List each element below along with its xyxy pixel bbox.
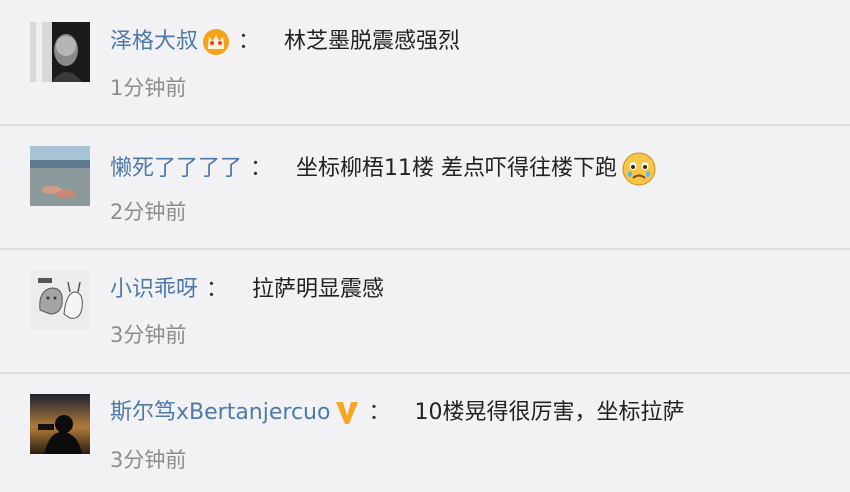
username-link[interactable]: 斯尔笃xBertanjercuo: [110, 398, 330, 428]
comment-text: 拉萨明显震感: [252, 277, 385, 302]
comment-text: 林芝墨脱震感强烈: [284, 29, 461, 54]
comment-item: 小识乖呀 ： 拉萨明显震感 3分钟前: [0, 250, 850, 374]
comment-line: 斯尔笃xBertanjercuo ： 10楼晃得很厉害，坐标拉萨: [110, 398, 684, 428]
comment-line: 小识乖呀 ： 拉萨明显震感: [110, 275, 384, 305]
verified-v-icon: [334, 399, 360, 427]
comment-line: 懒死了了了了 ： 坐标柳梧11楼 差点吓得往楼下跑: [110, 151, 657, 187]
username-link[interactable]: 泽格大叔: [110, 27, 198, 57]
crown-icon: [202, 28, 230, 56]
separator: ：: [206, 277, 229, 302]
comment-time: 3分钟前: [110, 323, 187, 347]
avatar[interactable]: [30, 22, 90, 82]
separator: ：: [368, 400, 391, 425]
separator: ：: [250, 156, 273, 181]
comment-text: 坐标柳梧11楼 差点吓得往楼下跑: [296, 156, 618, 181]
comment-list: 泽格大叔 ： 林芝墨脱震感强烈 1分钟前 懒死了了了了 ： 坐标柳梧11楼 差点…: [0, 0, 850, 492]
comment-item: 懒死了了了了 ： 坐标柳梧11楼 差点吓得往楼下跑 2分钟前: [0, 126, 850, 250]
comment-item: 斯尔笃xBertanjercuo ： 10楼晃得很厉害，坐标拉萨 3分钟前: [0, 374, 850, 492]
avatar[interactable]: [30, 394, 90, 454]
comment-item: 泽格大叔 ： 林芝墨脱震感强烈 1分钟前: [0, 0, 850, 126]
username-link[interactable]: 小识乖呀: [110, 275, 198, 305]
comment-line: 泽格大叔 ： 林芝墨脱震感强烈: [110, 27, 460, 57]
comment-time: 2分钟前: [110, 200, 187, 224]
separator: ：: [238, 29, 261, 54]
avatar[interactable]: [30, 146, 90, 206]
crying-face-emoji: [621, 151, 657, 187]
avatar[interactable]: [30, 270, 90, 330]
comment-time: 1分钟前: [110, 76, 187, 100]
username-link[interactable]: 懒死了了了了: [110, 154, 242, 184]
comment-text: 10楼晃得很厉害，坐标拉萨: [414, 400, 685, 425]
comment-time: 3分钟前: [110, 448, 187, 472]
